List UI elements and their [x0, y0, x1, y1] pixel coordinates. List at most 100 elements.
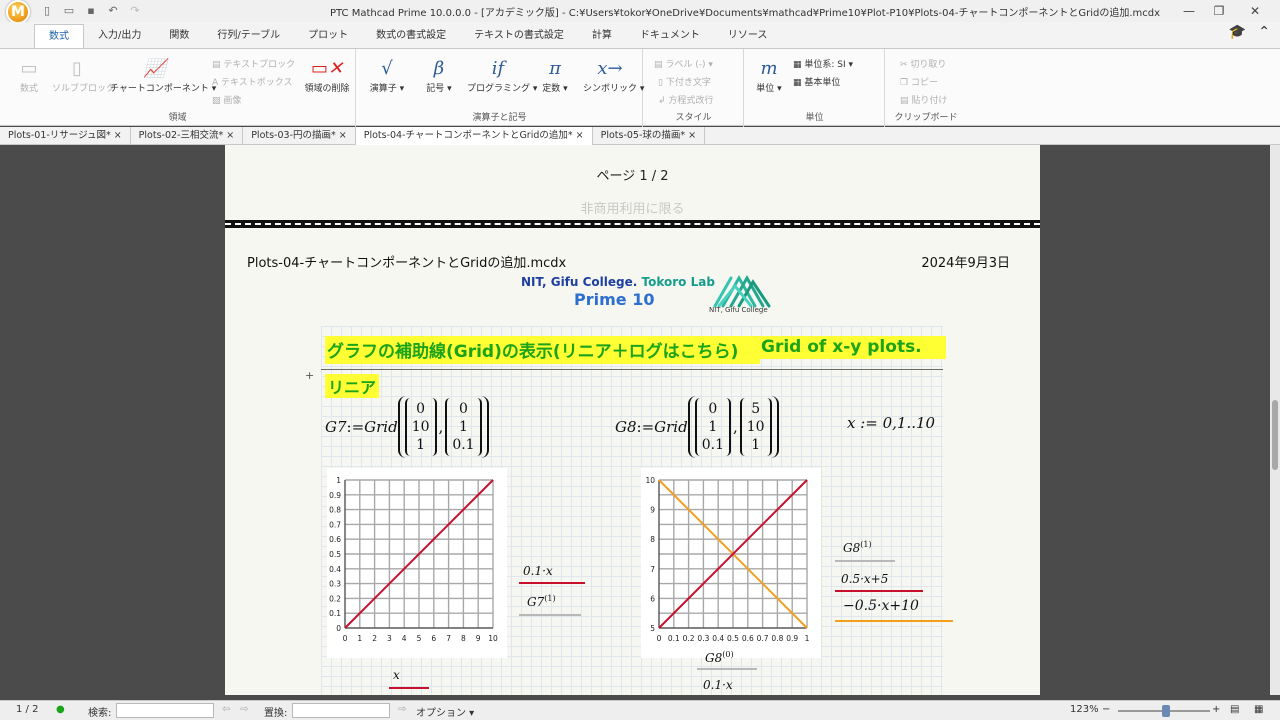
text-block-button[interactable]: ▤ テキストブロック: [212, 57, 295, 70]
copy-button[interactable]: ❐ コピー: [900, 75, 938, 88]
zoom-out-icon[interactable]: −: [1102, 704, 1110, 715]
base-units-button[interactable]: ▦ 基本単位: [793, 75, 840, 88]
replace-input[interactable]: [292, 703, 390, 718]
math-region-grid-section[interactable]: グラフの補助線(Grid)の表示(リニア＋ログはこちら) Grid of x-y…: [305, 326, 953, 695]
plot-g7-y-tick-label: 0.4: [329, 565, 341, 574]
page-view-icon[interactable]: ▤: [1230, 704, 1239, 715]
zoom-slider-thumb[interactable]: [1162, 705, 1170, 717]
close-tab-icon[interactable]: ×: [576, 130, 584, 141]
plot-g7-legend-x: x: [393, 668, 400, 682]
vertical-scrollbar[interactable]: [1270, 145, 1280, 695]
page-2[interactable]: Plots-04-チャートコンポーネントとGridの追加.mcdx 2024年9…: [225, 228, 1040, 695]
ribbon-tab-2[interactable]: 関数: [155, 24, 203, 48]
close-window-button[interactable]: ✕: [1240, 2, 1270, 20]
plot-g7-x-tick-label: 8: [461, 634, 466, 643]
ribbon-tab-0[interactable]: 数式: [34, 24, 84, 48]
search-next-icon[interactable]: ⇨: [240, 704, 248, 715]
page-1-footer: ページ 1 / 2 非商用利用に限る: [225, 145, 1040, 220]
mathcad-logo-icon[interactable]: M: [6, 0, 30, 24]
plot-g7-x-tick-label: 10: [488, 634, 498, 643]
calc-status-icon: ●: [56, 704, 65, 715]
undo-icon[interactable]: ↶: [105, 4, 121, 18]
x-range-definition[interactable]: x := 0,1..10: [847, 414, 935, 432]
plot-g8-x-tick-label: 0.4: [712, 634, 724, 643]
plot-g8-y-tick-label: 6: [650, 594, 655, 603]
heading-japanese: グラフの補助線(Grid)の表示(リニア＋ログはこちら): [325, 336, 761, 364]
graduation-cap-icon[interactable]: 🎓: [1229, 24, 1246, 40]
operators-button[interactable]: √ 演算子 ▾: [367, 57, 407, 94]
close-tab-icon[interactable]: ×: [226, 130, 234, 141]
open-folder-icon[interactable]: ▭: [61, 4, 77, 18]
ribbon-tab-4[interactable]: プロット: [294, 24, 362, 48]
cut-button[interactable]: ✂ 切り取り: [900, 57, 946, 70]
plot-g8-legend-y2: 0.5·x+5: [841, 572, 889, 586]
ribbon-tab-6[interactable]: テキストの書式設定: [460, 24, 578, 48]
replace-go-icon[interactable]: ⇨: [398, 704, 406, 715]
ribbon-tab-7[interactable]: 計算: [578, 24, 626, 48]
collapse-ribbon-icon[interactable]: ⌃: [1258, 24, 1270, 40]
doc-tab-2[interactable]: Plots-03-円の描画* ×: [243, 127, 356, 145]
doc-tab-1[interactable]: Plots-02-三相交流* ×: [131, 127, 244, 145]
ribbon-tab-5[interactable]: 数式の書式設定: [362, 24, 460, 48]
chart-component-button[interactable]: 📈 チャートコンポーネント ▾: [110, 57, 216, 94]
scrollbar-thumb[interactable]: [1272, 400, 1278, 470]
redo-icon[interactable]: ↷: [127, 4, 143, 18]
ribbon-tab-9[interactable]: リソース: [714, 24, 782, 48]
g8-definition[interactable]: G8:= Grid 0 1 0.1, 5 10 1: [615, 396, 779, 458]
label-dropdown[interactable]: ▤ ラベル (-) ▾: [654, 57, 713, 70]
doc-tab-0[interactable]: Plots-01-リサージュ図* ×: [0, 127, 131, 145]
units-group-label: 単位: [805, 113, 824, 123]
search-prev-icon[interactable]: ⇦: [222, 704, 230, 715]
paste-button[interactable]: ▤ 貼り付け: [900, 93, 947, 106]
save-icon[interactable]: ▪: [83, 4, 99, 18]
programming-icon: if: [491, 58, 505, 79]
constants-button[interactable]: π 定数 ▾: [535, 57, 575, 94]
page-number: ページ 1 / 2: [596, 169, 669, 184]
plot-g8-x-tick-label: 0.3: [697, 634, 709, 643]
restore-button[interactable]: ❐: [1204, 2, 1234, 20]
search-input[interactable]: [116, 703, 214, 718]
logo-caption: NIT, Gifu College: [709, 306, 768, 314]
expand-area-icon[interactable]: +: [305, 369, 314, 382]
math-region-button[interactable]: ▭ 数式: [12, 57, 46, 94]
zoom-in-icon[interactable]: +: [1212, 704, 1220, 715]
plot-g8-y-tick-label: 9: [650, 506, 655, 515]
g8-args: 0 1 0.1, 5 10 1: [687, 396, 779, 458]
plot-g7-legend-y1: 0.1·x: [523, 564, 553, 578]
ribbon-tab-3[interactable]: 行列/テーブル: [203, 24, 294, 48]
ribbon-tab-bar: 数式 入力/出力 関数 行列/テーブル プロット 数式の書式設定 テキストの書式設定 計算 ドキ…: [0, 22, 1280, 48]
plot-g8-legend-x2: 0.1·x: [703, 678, 733, 692]
plot-g8-legend-x-swatch: [697, 668, 757, 670]
symbols-button[interactable]: β 記号 ▾: [419, 57, 459, 94]
units-button[interactable]: m 単位 ▾: [751, 57, 787, 94]
page-break: [225, 220, 1040, 228]
close-tab-icon[interactable]: ×: [688, 130, 696, 141]
subscript-button[interactable]: ▯ 下付き文字: [658, 75, 711, 88]
worksheet-area[interactable]: ページ 1 / 2 非商用利用に限る Plots-04-チャートコンポーネントと…: [0, 145, 1280, 695]
close-tab-icon[interactable]: ×: [114, 130, 122, 141]
ribbon-tab-8[interactable]: ドキュメント: [626, 24, 714, 48]
plot-g7-x-tick-label: 3: [387, 634, 392, 643]
ribbon-group-units: m 単位 ▾ ▦ 単位系: SI ▾ ▦ 基本単位 単位: [745, 49, 885, 127]
plot-g7[interactable]: 0 1 2 3 4 5 6 7 8 9 10 0 0.1 0.2 0.3 0.4 0.5 0.6 0.7 0.8 0.9…: [327, 468, 507, 658]
plot-g8[interactable]: 0 0.1 0.2 0.3 0.4 0.5 0.6 0.7 0.8 0.9 1 5 6 7 8 9 10: [641, 468, 821, 658]
symbolic-button[interactable]: x→ シンボリック ▾: [583, 57, 644, 94]
doc-tab-4[interactable]: Plots-05-球の描画* ×: [593, 127, 706, 145]
close-tab-icon[interactable]: ×: [339, 130, 347, 141]
doc-tab-3[interactable]: Plots-04-チャートコンポーネントとGridの追加* ×: [355, 127, 593, 145]
solve-block-button[interactable]: ▯ ソルブブロック: [52, 57, 115, 94]
unit-system-dropdown[interactable]: ▦ 単位系: SI ▾: [793, 57, 853, 70]
options-dropdown[interactable]: オプション ▾: [416, 704, 474, 719]
plot-g7-x-tick-label: 6: [431, 634, 436, 643]
text-box-button[interactable]: A テキストボックス: [212, 75, 293, 88]
ribbon-tab-1[interactable]: 入力/出力: [84, 24, 155, 48]
delete-region-button[interactable]: ▭✕ 領域の削除: [302, 57, 352, 94]
minimize-button[interactable]: —: [1174, 2, 1204, 20]
image-button[interactable]: ▨ 画像: [212, 93, 241, 106]
programming-button[interactable]: if プログラミング ▾: [467, 57, 537, 94]
g7-definition[interactable]: G7:= Grid 0 10 1, 0 1 0.1: [325, 396, 489, 458]
new-file-icon[interactable]: ▯: [39, 4, 55, 18]
equation-line-break-button[interactable]: ↲ 方程式改行: [658, 93, 713, 106]
plot-g8-legend-y3-swatch: [835, 620, 953, 622]
draft-view-icon[interactable]: ▦: [1254, 704, 1263, 715]
